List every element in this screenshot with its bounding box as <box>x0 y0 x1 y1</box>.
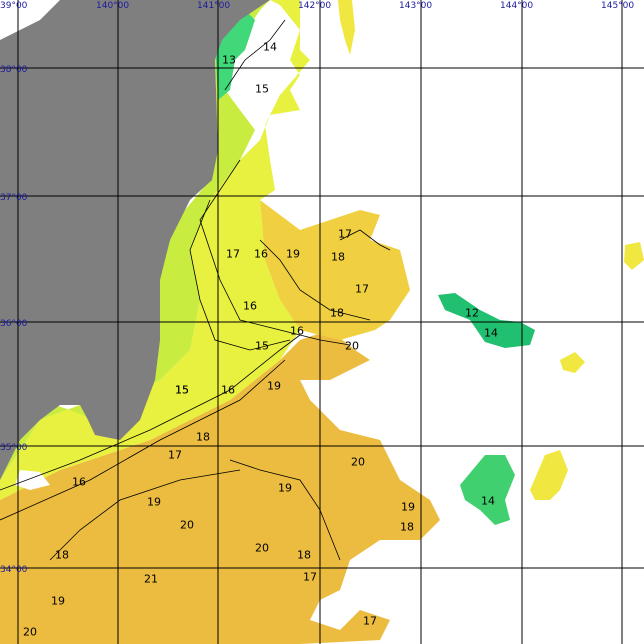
lon-label: 143°00 <box>399 1 432 11</box>
isotherm-label: 17 <box>355 283 369 296</box>
sst-eddy-north-strip <box>338 0 355 55</box>
isotherm-label: 16 <box>243 300 257 313</box>
sst-eddy-east <box>624 242 644 270</box>
isotherm-label: 20 <box>351 456 365 469</box>
sst-eddy-yellow <box>560 352 585 373</box>
lon-label: 141°00 <box>197 1 230 11</box>
lat-label: 38°00 <box>0 65 28 75</box>
isotherm-label: 19 <box>286 248 300 261</box>
isotherm-label: 14 <box>481 495 495 508</box>
isotherm-label: 15 <box>175 384 189 397</box>
lat-label: 37°00 <box>0 193 28 203</box>
isotherm-label: 20 <box>180 519 194 532</box>
isotherm-label: 18 <box>400 521 414 534</box>
isotherm-label: 21 <box>144 573 158 586</box>
isotherm-label: 14 <box>484 327 498 340</box>
isotherm-label: 12 <box>465 307 479 320</box>
isotherm-label: 17 <box>363 615 377 628</box>
isotherm-label: 19 <box>267 380 281 393</box>
lat-label: 36°00 <box>0 319 28 329</box>
sst-eddy-south <box>460 455 515 525</box>
lat-label: 34°00 <box>0 565 28 575</box>
isotherm-label: 16 <box>254 248 268 261</box>
isotherm-label: 19 <box>51 595 65 608</box>
isotherm-label: 15 <box>255 83 269 96</box>
lon-label: 140°00 <box>96 1 129 11</box>
isotherm-label: 20 <box>255 542 269 555</box>
sst-map: 39°00 140°00 141°00 142°00 143°00 144°00… <box>0 0 644 644</box>
lon-label: 145°00 <box>601 1 634 11</box>
isotherm-label: 17 <box>168 449 182 462</box>
isotherm-label: 16 <box>72 476 86 489</box>
isotherm-label: 17 <box>338 228 352 241</box>
isotherm-label: 16 <box>221 384 235 397</box>
lon-label: 142°00 <box>298 1 331 11</box>
lon-label: 39°00 <box>0 1 28 11</box>
isotherm-label: 19 <box>147 496 161 509</box>
isotherm-label: 20 <box>345 340 359 353</box>
isotherm-label: 18 <box>297 549 311 562</box>
isotherm-label: 14 <box>263 41 277 54</box>
isotherm-label: 19 <box>401 501 415 514</box>
sst-map-canvas: 39°00 140°00 141°00 142°00 143°00 144°00… <box>0 0 644 644</box>
sst-eddy-filament <box>438 293 535 348</box>
isotherm-label: 18 <box>55 549 69 562</box>
lon-label: 144°00 <box>500 1 533 11</box>
isotherm-label: 18 <box>196 431 210 444</box>
isotherm-label: 16 <box>290 325 304 338</box>
isotherm-label: 18 <box>330 307 344 320</box>
isotherm-label: 17 <box>303 571 317 584</box>
sst-eddy-south-ring <box>530 450 568 500</box>
isotherm-label: 20 <box>23 626 37 639</box>
isotherm-label: 18 <box>331 251 345 264</box>
isotherm-label: 13 <box>222 54 236 67</box>
lat-label: 35°00 <box>0 443 28 453</box>
isotherm-label: 19 <box>278 482 292 495</box>
isotherm-label: 15 <box>255 340 269 353</box>
isotherm-label: 17 <box>226 248 240 261</box>
